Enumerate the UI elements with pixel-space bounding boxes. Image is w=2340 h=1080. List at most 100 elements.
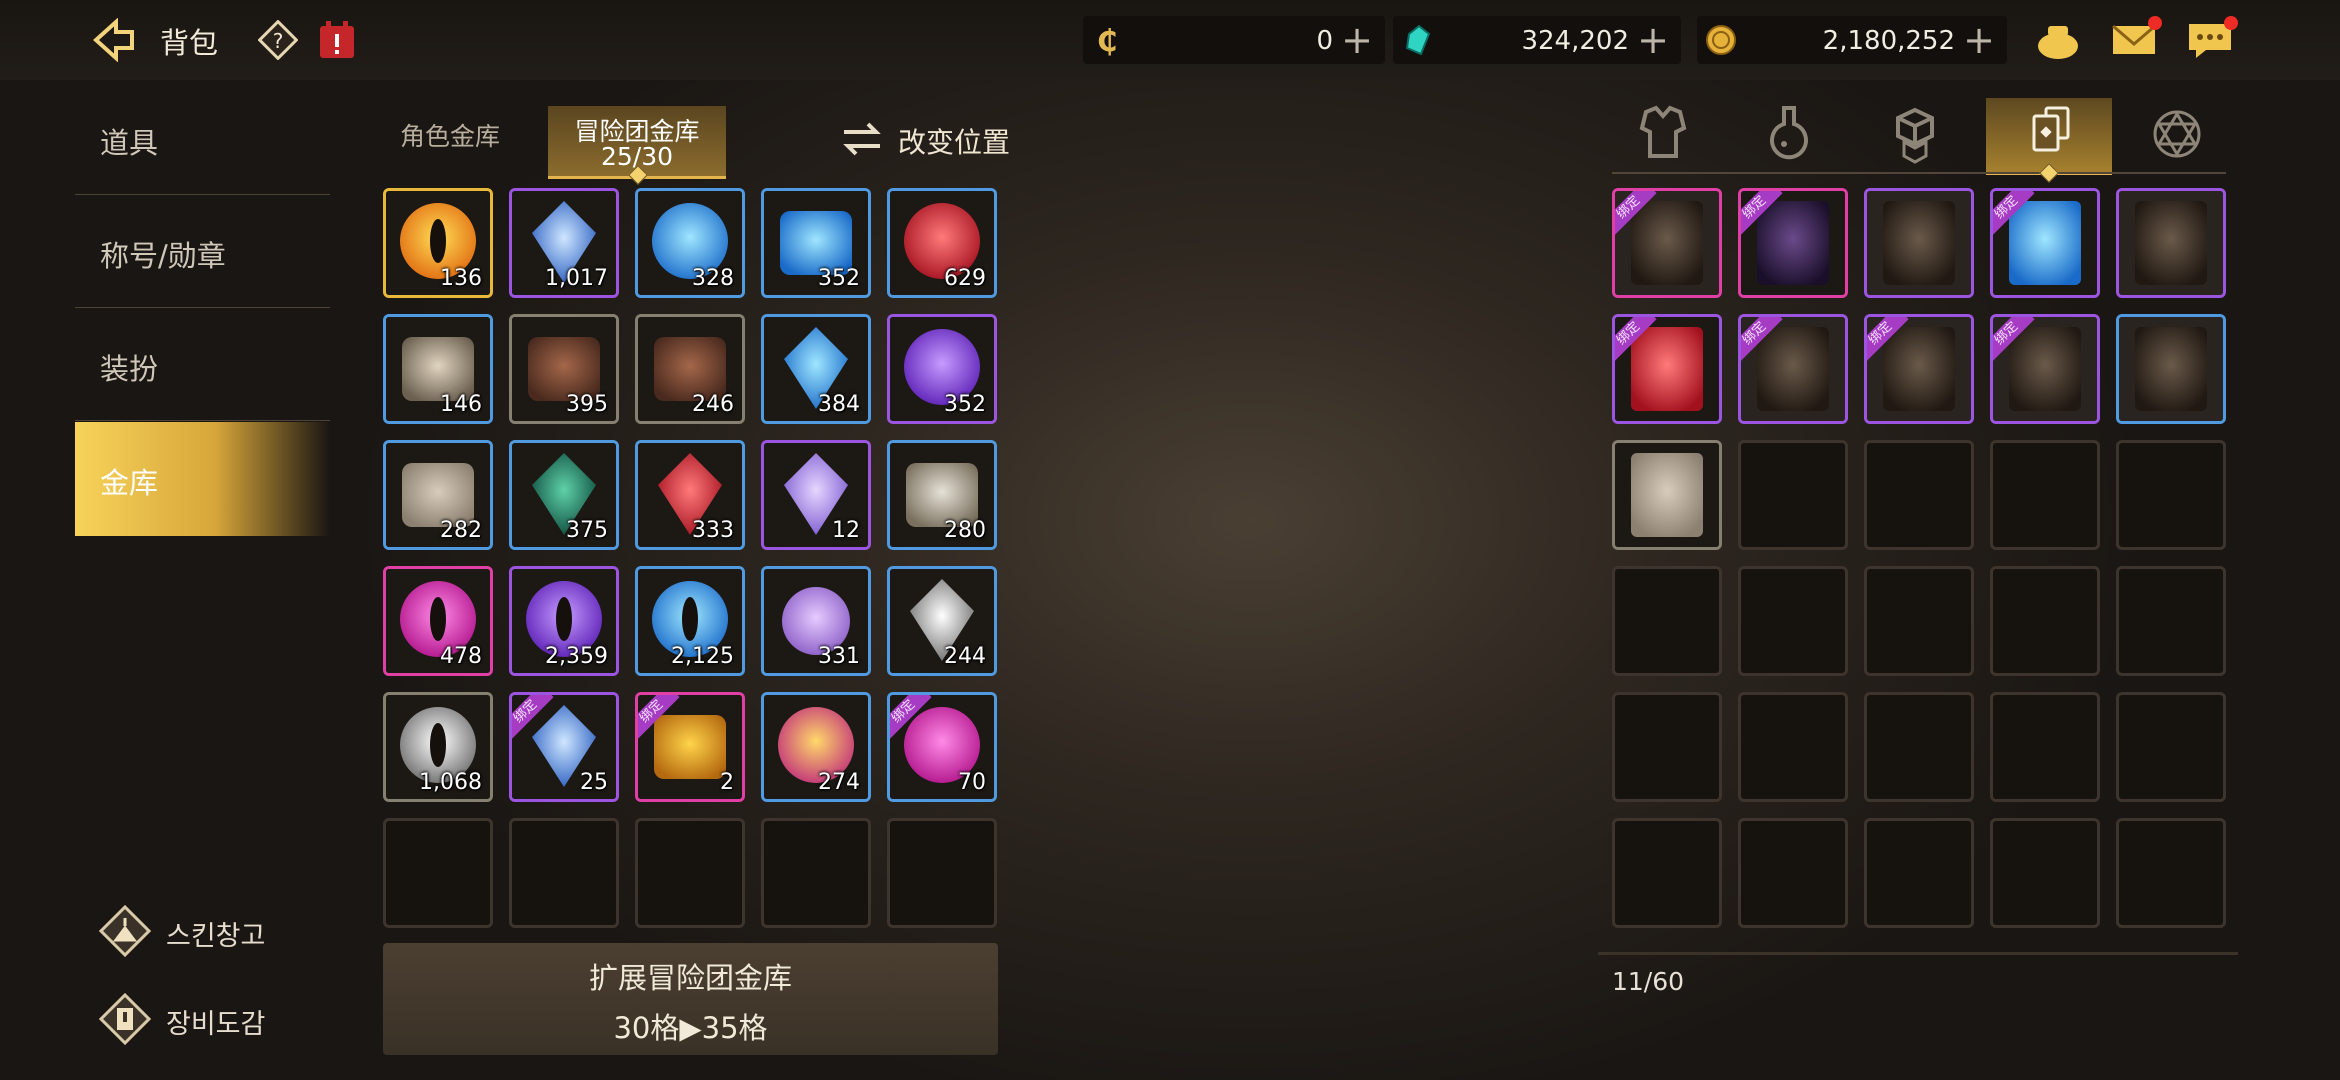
item-slot[interactable]: 136	[383, 188, 493, 298]
item-slot[interactable]: 绑定	[1738, 188, 1848, 298]
item-slot[interactable]: 282	[383, 440, 493, 550]
item-quantity: 375	[566, 518, 608, 543]
item-slot[interactable]: 146	[383, 314, 493, 424]
empty-slot[interactable]	[887, 818, 997, 928]
item-slot[interactable]: 2,359	[509, 566, 619, 676]
empty-slot[interactable]	[383, 818, 493, 928]
empty-slot[interactable]	[761, 818, 871, 928]
item-slot[interactable]: 绑定	[1990, 314, 2100, 424]
nav-item-label: 称号/勋章	[100, 239, 226, 273]
item-slot[interactable]: 绑定 25	[509, 692, 619, 802]
item-quantity: 2,125	[671, 644, 734, 669]
expand-vault-detail: 30格▶35格	[613, 1011, 768, 1045]
empty-slot[interactable]	[2116, 818, 2226, 928]
item-slot[interactable]: 375	[509, 440, 619, 550]
empty-slot[interactable]	[1864, 818, 1974, 928]
item-slot[interactable]: 2,125	[635, 566, 745, 676]
item-slot[interactable]: 12	[761, 440, 871, 550]
empty-slot[interactable]	[1612, 566, 1722, 676]
expand-vault-button[interactable]: 扩展冒险团金库 30格▶35格	[383, 943, 998, 1055]
tab-materials[interactable]	[1852, 98, 1978, 172]
item-slot[interactable]: 244	[887, 566, 997, 676]
item-slot[interactable]: 274	[761, 692, 871, 802]
item-slot[interactable]: 384	[761, 314, 871, 424]
swap-position-label: 改变位置	[898, 126, 1011, 159]
item-slot[interactable]: 352	[761, 188, 871, 298]
item-slot[interactable]: 395	[509, 314, 619, 424]
c-coin-icon: ₵	[1091, 24, 1123, 59]
empty-slot[interactable]	[1738, 692, 1848, 802]
nav-item-props[interactable]: 道具	[75, 82, 330, 195]
empty-slot[interactable]	[1990, 692, 2100, 802]
item-slot[interactable]	[1612, 440, 1722, 550]
tab-character-vault[interactable]: 角色金库	[400, 117, 500, 153]
item-quantity: 1,017	[545, 266, 608, 291]
tab-armor[interactable]	[1600, 98, 1726, 172]
item-slot[interactable]: 280	[887, 440, 997, 550]
empty-slot[interactable]	[1738, 818, 1848, 928]
empty-slot[interactable]	[1990, 818, 2100, 928]
item-slot[interactable]: 1,068	[383, 692, 493, 802]
item-slot[interactable]: 333	[635, 440, 745, 550]
item-slot[interactable]: 绑定	[1738, 314, 1848, 424]
add-currency-button[interactable]: +	[1637, 18, 1669, 62]
skin-storage-button[interactable]: 스킨창고	[98, 900, 318, 960]
currency-value: 2,180,252	[1822, 26, 1955, 56]
item-slot[interactable]: 绑定	[1864, 314, 1974, 424]
help-icon[interactable]: ?	[257, 19, 299, 61]
item-slot[interactable]: 绑定	[1612, 188, 1722, 298]
empty-slot[interactable]	[1612, 818, 1722, 928]
empty-slot[interactable]	[1738, 440, 1848, 550]
item-slot[interactable]: 246	[635, 314, 745, 424]
item-slot[interactable]: 绑定 2	[635, 692, 745, 802]
empty-slot[interactable]	[2116, 692, 2226, 802]
category-divider	[1612, 172, 2226, 174]
card-shadow-beast-icon	[2119, 317, 2223, 421]
empty-slot[interactable]	[1612, 692, 1722, 802]
tab-potion[interactable]	[1726, 98, 1852, 172]
item-slot[interactable]	[1864, 188, 1974, 298]
empty-slot[interactable]	[509, 818, 619, 928]
notification-dot	[2148, 16, 2162, 30]
tab-emblems[interactable]	[2114, 98, 2240, 172]
empty-slot[interactable]	[1738, 566, 1848, 676]
event-calendar-icon[interactable]	[318, 20, 356, 60]
item-quantity: 333	[692, 518, 734, 543]
item-slot[interactable]	[2116, 314, 2226, 424]
add-currency-button[interactable]: +	[1963, 18, 1995, 62]
back-arrow-icon[interactable]	[90, 17, 138, 63]
item-quantity: 352	[944, 392, 986, 417]
item-slot[interactable]	[2116, 188, 2226, 298]
empty-slot[interactable]	[635, 818, 745, 928]
item-slot[interactable]: 绑定 70	[887, 692, 997, 802]
empty-slot[interactable]	[1864, 692, 1974, 802]
item-slot[interactable]: 352	[887, 314, 997, 424]
cyan-crystal-icon	[1401, 24, 1433, 56]
empty-slot[interactable]	[1990, 566, 2100, 676]
empty-slot[interactable]	[1864, 440, 1974, 550]
item-slot[interactable]: 绑定	[1990, 188, 2100, 298]
equipment-codex-button[interactable]: 장비도감	[98, 988, 318, 1048]
swap-position-button[interactable]: 改变位置	[840, 117, 1040, 159]
item-slot[interactable]: 629	[887, 188, 997, 298]
chat-icon[interactable]	[2186, 16, 2238, 62]
nav-item-vault[interactable]: 金库	[75, 422, 330, 536]
item-slot[interactable]: 328	[635, 188, 745, 298]
item-slot[interactable]: 331	[761, 566, 871, 676]
armor-icon	[1639, 105, 1687, 158]
currency-value: 0	[1316, 26, 1333, 56]
nav-item-titles[interactable]: 称号/勋章	[75, 195, 330, 308]
item-slot[interactable]: 绑定	[1612, 314, 1722, 424]
empty-slot[interactable]	[1864, 566, 1974, 676]
card-stone-golem-icon	[1615, 443, 1719, 547]
item-slot[interactable]: 1,017	[509, 188, 619, 298]
mail-icon[interactable]	[2110, 16, 2162, 62]
empty-slot[interactable]	[1990, 440, 2100, 550]
empty-slot[interactable]	[2116, 566, 2226, 676]
nav-item-costume[interactable]: 装扮	[75, 308, 330, 421]
coin-pouch-icon[interactable]	[2034, 18, 2082, 62]
add-currency-button[interactable]: +	[1341, 18, 1373, 62]
item-quantity: 280	[944, 518, 986, 543]
item-slot[interactable]: 478	[383, 566, 493, 676]
empty-slot[interactable]	[2116, 440, 2226, 550]
